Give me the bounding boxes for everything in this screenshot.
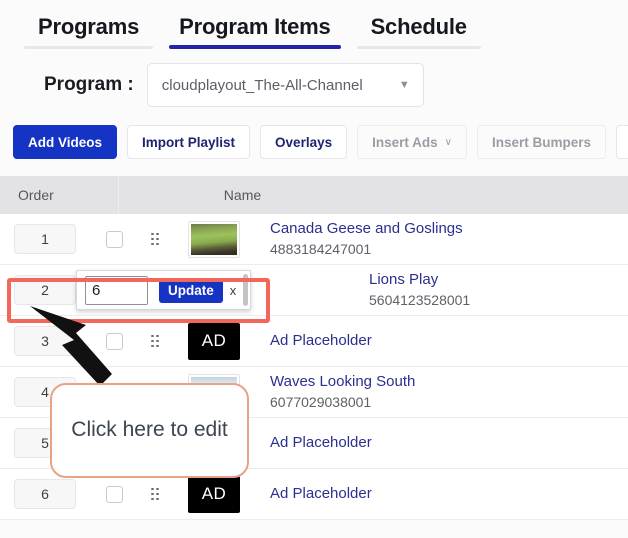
name-cell: Canada Geese and Goslings 4883184247001 [270, 219, 463, 258]
ad-label: AD [201, 484, 227, 503]
overlays-button[interactable]: Overlays [260, 125, 348, 159]
tab-programs[interactable]: Programs [18, 14, 159, 49]
order-edit-popup: Update x [76, 270, 251, 310]
drag-handle-icon[interactable] [151, 232, 161, 246]
item-title-link[interactable]: Lions Play [369, 270, 470, 290]
program-selector-row: Program : cloudplayout_The-All-Channel ▼ [0, 49, 628, 107]
popup-scrollbar[interactable] [243, 274, 248, 306]
tab-programs-underline [24, 46, 154, 49]
order-cell[interactable]: 3 [14, 326, 76, 356]
tab-program-items[interactable]: Program Items [159, 14, 350, 49]
thumbnail-ad: AD [188, 475, 240, 513]
tab-schedule-underline [356, 46, 481, 49]
table-row: 3 AD Ad Placeholder [0, 316, 628, 367]
name-cell: Ad Placeholder [270, 433, 372, 453]
tab-program-items-label: Program Items [179, 14, 331, 39]
insert-ads-button[interactable]: Insert Ads ∨ [357, 125, 467, 159]
import-playlist-label: Import Playlist [142, 134, 236, 150]
row-checkbox[interactable] [106, 332, 123, 350]
thumbnail-ad: AD [188, 322, 240, 360]
insert-bumpers-button[interactable]: Insert Bumpers [476, 125, 606, 159]
column-header-order: Order [18, 187, 54, 203]
item-title-link[interactable]: Ad Placeholder [270, 331, 372, 351]
program-dropdown[interactable]: cloudplayout_The-All-Channel ▼ [146, 63, 424, 107]
program-label: Program : [44, 74, 134, 95]
drag-handle-icon[interactable] [151, 487, 161, 501]
main-tabs: Programs Program Items Schedule [0, 0, 628, 49]
insert-ads-label: Insert Ads [372, 134, 438, 150]
update-button[interactable]: Update [159, 277, 223, 303]
drag-handle-icon[interactable] [151, 334, 161, 348]
program-dropdown-value: cloudplayout_The-All-Channel [161, 76, 363, 94]
order-cell[interactable]: 2 [14, 275, 76, 305]
chevron-down-icon: ▼ [398, 79, 410, 91]
annotation-callout-text: Click here to edit [71, 418, 228, 442]
header-divider [118, 176, 119, 214]
add-videos-label: Add Videos [28, 134, 103, 150]
item-title-link[interactable]: Waves Looking South [270, 372, 415, 392]
name-cell: Lions Play 5604123528001 [369, 270, 470, 309]
chevron-down-icon: ∨ [444, 136, 452, 148]
order-cell[interactable]: 6 [14, 479, 76, 509]
add-videos-button[interactable]: Add Videos [13, 125, 118, 159]
column-header-name: Name [223, 187, 262, 203]
order-cell[interactable]: 1 [14, 224, 76, 254]
tab-schedule[interactable]: Schedule [351, 14, 487, 49]
name-cell: Ad Placeholder [270, 331, 372, 351]
tab-programs-label: Programs [38, 14, 140, 39]
item-title-link[interactable]: Ad Placeholder [270, 484, 372, 504]
name-cell: Ad Placeholder [270, 484, 372, 504]
annotation-callout: Click here to edit [50, 383, 249, 478]
tab-program-items-underline [169, 45, 341, 49]
item-id: 6077029038001 [270, 393, 372, 410]
import-playlist-button[interactable]: Import Playlist [127, 125, 251, 159]
name-cell: Waves Looking South 6077029038001 [270, 372, 415, 411]
item-title-link[interactable]: Canada Geese and Goslings [270, 219, 463, 239]
program-items-page: Programs Program Items Schedule Program … [0, 0, 628, 538]
item-title-link[interactable]: Ad Placeholder [270, 433, 372, 453]
table-row: 1 Canada Geese and Goslings 488318424700… [0, 214, 628, 265]
table-row: 2 Update x Lions Play 5604123528001 [0, 265, 628, 316]
row-checkbox[interactable] [106, 485, 123, 503]
ad-label: AD [201, 331, 227, 350]
action-toolbar: Add Videos Import Playlist Overlays Inse… [0, 107, 628, 159]
item-id: 4883184247001 [270, 240, 372, 257]
add-overflow-button[interactable]: Ad [615, 125, 628, 159]
row-checkbox[interactable] [106, 230, 123, 248]
close-icon[interactable]: x [230, 283, 237, 298]
order-edit-input[interactable] [85, 275, 148, 305]
overlays-label: Overlays [275, 134, 333, 150]
table-header-row: Order Name [0, 176, 628, 214]
item-id: 5604123528001 [369, 291, 471, 308]
tab-schedule-label: Schedule [370, 14, 467, 39]
thumbnail [188, 220, 240, 258]
insert-bumpers-label: Insert Bumpers [491, 134, 591, 150]
